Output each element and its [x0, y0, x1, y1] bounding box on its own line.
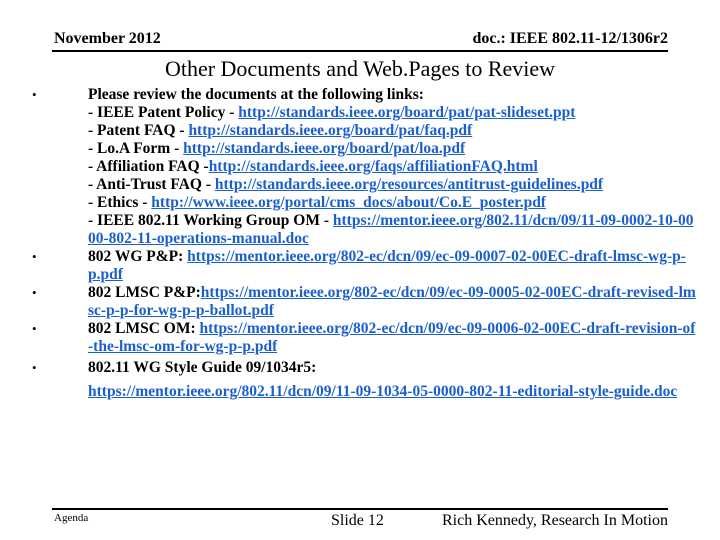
- sub-item: - Affiliation FAQ -http://standards.ieee…: [88, 158, 698, 176]
- bullet-icon: •: [32, 321, 37, 336]
- link[interactable]: https://mentor.ieee.org/802.11/dcn/09/11…: [88, 383, 677, 400]
- footer-section: Agenda: [54, 512, 89, 524]
- link[interactable]: http://standards.ieee.org/board/pat/pat-…: [238, 104, 575, 121]
- link[interactable]: http://www.ieee.org/portal/cms_docs/abou…: [151, 194, 546, 211]
- bullet-label: 802 LMSC P&P:: [88, 284, 201, 301]
- bullet-icon: •: [32, 249, 37, 264]
- bullet-intro: Please review the documents at the follo…: [88, 86, 424, 103]
- sub-item-label: - Affiliation FAQ -: [88, 158, 209, 175]
- sub-item: - Ethics - http://www.ieee.org/portal/cm…: [88, 194, 698, 212]
- link[interactable]: http://standards.ieee.org/board/pat/faq.…: [188, 122, 472, 139]
- sub-item: - IEEE 802.11 Working Group OM - https:/…: [88, 212, 698, 248]
- link[interactable]: http://standards.ieee.org/resources/anti…: [215, 176, 603, 193]
- header-divider: [52, 50, 668, 52]
- bullet-item: • 802 WG P&P: https://mentor.ieee.org/80…: [28, 248, 698, 284]
- header-date: November 2012: [54, 30, 161, 47]
- bullet-label: 802.11 WG Style Guide 09/1034r5:: [88, 359, 317, 376]
- bullet-label: 802 WG P&P:: [88, 248, 188, 265]
- footer-divider: [52, 508, 668, 510]
- sub-item-label: - Ethics -: [88, 194, 152, 211]
- sub-item-label: - Patent FAQ -: [88, 122, 189, 139]
- bullet-item: • 802.11 WG Style Guide 09/1034r5: https…: [28, 356, 698, 404]
- link[interactable]: http://standards.ieee.org/board/pat/loa.…: [183, 140, 465, 157]
- bullet-item: • 802 LMSC P&P:https://mentor.ieee.org/8…: [28, 284, 698, 320]
- sub-item-label: - IEEE Patent Policy -: [88, 104, 239, 121]
- slide-title: Other Documents and Web.Pages to Review: [164, 56, 556, 81]
- slide-number: Slide 12: [331, 512, 384, 529]
- bullet-icon: •: [32, 87, 37, 102]
- sub-item-label: - Anti-Trust FAQ -: [88, 176, 215, 193]
- header-doc-id: doc.: IEEE 802.11-12/1306r2: [472, 30, 668, 47]
- footer-author: Rich Kennedy, Research In Motion: [441, 512, 668, 529]
- bullet-label: 802 LMSC OM:: [88, 320, 200, 337]
- slide-body: • Please review the documents at the fol…: [28, 86, 698, 404]
- sub-item: - Patent FAQ - http://standards.ieee.org…: [88, 122, 698, 140]
- link[interactable]: http://standards.ieee.org/faqs/affiliati…: [209, 158, 538, 175]
- bullet-item: • Please review the documents at the fol…: [28, 86, 698, 248]
- sub-item: - IEEE Patent Policy - http://standards.…: [88, 104, 698, 122]
- sub-item-label: - Lo.A Form -: [88, 140, 184, 157]
- sub-item: - Lo.A Form - http://standards.ieee.org/…: [88, 140, 698, 158]
- sub-item: - Anti-Trust FAQ - http://standards.ieee…: [88, 176, 698, 194]
- bullet-item: • 802 LMSC OM: https://mentor.ieee.org/8…: [28, 320, 698, 356]
- bullet-icon: •: [32, 360, 37, 375]
- sub-item-label: - IEEE 802.11 Working Group OM -: [88, 212, 333, 229]
- bullet-icon: •: [32, 285, 37, 300]
